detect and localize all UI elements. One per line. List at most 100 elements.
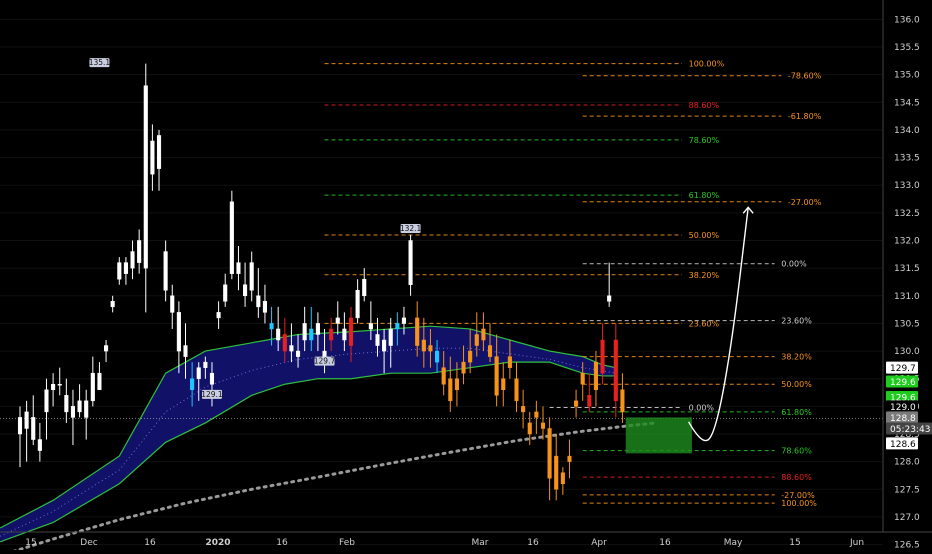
candle-body xyxy=(51,383,56,391)
y-tick-label: 132.0 xyxy=(894,237,920,247)
fib-level-label: 100.00% xyxy=(781,499,817,508)
y-tick-label: 128.0 xyxy=(894,458,920,468)
candle-body xyxy=(514,378,519,402)
candle-body xyxy=(216,312,221,319)
candle-body xyxy=(110,301,115,308)
candle-body xyxy=(256,295,261,308)
price-annotation-label: 129.7 xyxy=(314,357,336,366)
x-tick-label: Feb xyxy=(339,538,355,548)
x-tick-label: 16 xyxy=(144,538,156,548)
fib-level-label: 61.80% xyxy=(689,191,720,200)
candle-body xyxy=(176,312,181,352)
candle-body xyxy=(415,317,420,346)
candle-body xyxy=(236,262,241,274)
candle-body xyxy=(388,328,393,346)
candle-body xyxy=(137,240,142,263)
candle-body xyxy=(31,417,36,440)
chart-svg[interactable]: 100.00% 88.60% 78.60% 61.80% 50.00% 38.20% 23.… xyxy=(0,0,932,554)
candle-body xyxy=(203,361,208,368)
candle-body xyxy=(196,367,201,379)
candle-body xyxy=(17,417,23,435)
candle-body xyxy=(295,350,301,357)
fib-level-label: -78.60% xyxy=(788,72,822,81)
candle-body xyxy=(282,334,287,352)
price-label-text: 128.6 xyxy=(890,440,916,450)
candle-body xyxy=(170,295,175,313)
candle-body xyxy=(481,328,486,341)
y-tick-label: 135.0 xyxy=(894,71,920,81)
x-tick-label: Mar xyxy=(472,538,489,548)
candle-body xyxy=(428,345,433,352)
candle-body xyxy=(474,334,479,346)
fib-level-label: 50.00% xyxy=(781,380,812,389)
fib-level-label: 78.60% xyxy=(781,447,812,456)
candle-body xyxy=(521,406,526,413)
y-tick-label: 132.5 xyxy=(894,209,920,219)
price-annotation-label: 129.1 xyxy=(201,390,223,399)
y-tick-label: 134.0 xyxy=(894,126,920,136)
candle-body xyxy=(209,372,215,385)
fib-level-label: 88.60% xyxy=(689,101,720,110)
candle-body xyxy=(382,339,387,352)
candle-body xyxy=(507,356,512,368)
fib-level-label: 0.00% xyxy=(781,260,807,269)
candle-body xyxy=(123,262,128,274)
candle-body xyxy=(613,339,618,402)
candle-body xyxy=(593,361,598,391)
candle-body xyxy=(554,455,559,490)
candle-body xyxy=(395,323,400,330)
fib-level-label: -27.00% xyxy=(788,198,822,207)
candle-body xyxy=(494,356,499,396)
candle-body xyxy=(567,455,572,462)
candle-body xyxy=(487,345,493,357)
candle-body xyxy=(607,295,612,302)
candle-body xyxy=(368,323,373,330)
candle-body xyxy=(183,345,188,357)
price-label-text: 129.6 xyxy=(890,378,916,388)
x-tick-label: Apr xyxy=(591,538,607,548)
fib-level-label: 50.00% xyxy=(689,231,720,240)
candle-body xyxy=(143,85,148,269)
price-annotation-label: 135.1 xyxy=(89,58,111,67)
x-tick-label: 15 xyxy=(789,538,800,548)
y-tick-label: 136.0 xyxy=(894,15,920,25)
candle-body xyxy=(448,378,453,402)
candle-body xyxy=(243,284,248,297)
candle-body xyxy=(37,439,42,451)
candle-body xyxy=(435,350,440,363)
x-tick-label: 16 xyxy=(527,538,539,548)
candle-body xyxy=(309,328,314,341)
candle-body xyxy=(70,406,76,418)
candle-body xyxy=(130,251,135,269)
candle-body xyxy=(534,411,539,418)
candle-body xyxy=(229,201,234,274)
candle-body xyxy=(501,378,506,391)
candle-body xyxy=(24,411,29,429)
price-label-text: 05:23:43 xyxy=(890,425,930,435)
fib-level-label: 88.60% xyxy=(781,473,812,482)
candle[interactable] xyxy=(229,190,234,280)
chart-area[interactable]: 100.00% 88.60% 78.60% 61.80% 50.00% 38.20% 23.… xyxy=(0,0,932,554)
candle-body xyxy=(348,317,354,346)
x-tick-label: 16 xyxy=(659,538,671,548)
y-tick-label: 134.5 xyxy=(894,98,920,108)
y-tick-label: 130.0 xyxy=(894,347,920,357)
candle-body xyxy=(269,323,274,330)
candle-body xyxy=(527,422,532,435)
candle-body xyxy=(249,262,254,291)
x-tick-label: 16 xyxy=(276,538,288,548)
candle-body xyxy=(454,378,459,391)
x-tick-label: 2020 xyxy=(205,538,230,548)
candle-body xyxy=(580,372,585,385)
y-tick-label: 131.0 xyxy=(894,292,920,302)
y-tick-label: 131.5 xyxy=(894,264,920,274)
candle-body xyxy=(190,378,195,391)
y-tick-label: 133.0 xyxy=(894,181,920,191)
candle-body xyxy=(84,400,89,418)
candle-body xyxy=(587,395,592,407)
candle-body xyxy=(289,345,294,352)
price-annotation-label: 132.1 xyxy=(400,224,422,233)
fib-level-label: 38.20% xyxy=(689,271,720,280)
fib-level-label: 38.20% xyxy=(781,353,812,362)
fib-level-label: -61.80% xyxy=(788,112,822,121)
